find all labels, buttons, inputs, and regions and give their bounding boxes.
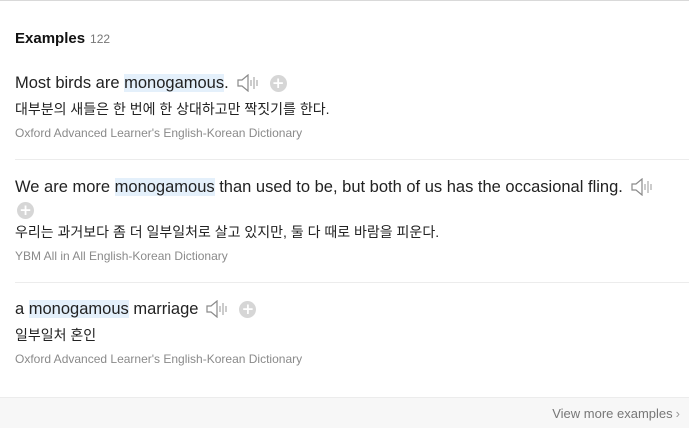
examples-header: Examples 122 bbox=[15, 30, 110, 50]
view-more-label: View more examples bbox=[552, 406, 673, 421]
example-english: a monogamous marriage + bbox=[15, 298, 302, 320]
top-rule bbox=[0, 0, 689, 1]
english-text: a bbox=[15, 300, 29, 318]
speaker-sound-icon[interactable] bbox=[237, 73, 261, 93]
chevron-right-icon: › bbox=[675, 406, 680, 421]
example-english: We are more monogamous than used to be, … bbox=[15, 176, 655, 198]
speaker-sound-icon[interactable] bbox=[206, 299, 230, 319]
add-plus-icon[interactable]: + bbox=[17, 201, 34, 219]
speaker-sound-icon[interactable] bbox=[631, 177, 655, 197]
highlighted-word[interactable]: monogamous bbox=[114, 178, 215, 196]
english-text: . bbox=[224, 74, 229, 92]
examples-footer: View more examples › bbox=[0, 397, 689, 428]
examples-count: 122 bbox=[90, 32, 111, 46]
example-source[interactable]: YBM All in All English-Korean Dictionary bbox=[15, 248, 655, 264]
add-plus-icon[interactable]: + bbox=[269, 74, 287, 92]
english-text: than used to be, but both of us has the … bbox=[214, 178, 623, 196]
divider bbox=[15, 282, 689, 283]
example-item: a monogamous marriage + 일부일처 혼인 Oxford Ad… bbox=[15, 298, 302, 367]
examples-title: Examples bbox=[15, 30, 86, 47]
example-korean: 일부일처 혼인 bbox=[15, 327, 97, 343]
add-plus-icon[interactable]: + bbox=[239, 300, 257, 318]
english-text: We are more bbox=[15, 178, 115, 196]
highlighted-word[interactable]: monogamous bbox=[124, 74, 225, 92]
example-korean: 대부분의 새들은 한 번에 한 상대하고만 짝짓기를 한다. bbox=[15, 101, 330, 117]
view-more-examples-link[interactable]: View more examples › bbox=[552, 406, 680, 421]
example-english: Most birds are monogamous. + bbox=[15, 72, 329, 94]
example-source[interactable]: Oxford Advanced Learner's English-Korean… bbox=[15, 125, 329, 141]
english-text: marriage bbox=[128, 300, 199, 318]
example-item: Most birds are monogamous. + 대부분의 새들은 한 번… bbox=[15, 72, 329, 141]
example-item: We are more monogamous than used to be, … bbox=[15, 176, 655, 264]
divider bbox=[15, 159, 689, 160]
english-text: Most birds are bbox=[15, 74, 125, 92]
highlighted-word[interactable]: monogamous bbox=[28, 300, 129, 318]
example-source[interactable]: Oxford Advanced Learner's English-Korean… bbox=[15, 351, 302, 367]
example-korean: 우리는 과거보다 좀 더 일부일처로 살고 있지만, 둘 다 때로 바람을 피운… bbox=[15, 224, 440, 240]
